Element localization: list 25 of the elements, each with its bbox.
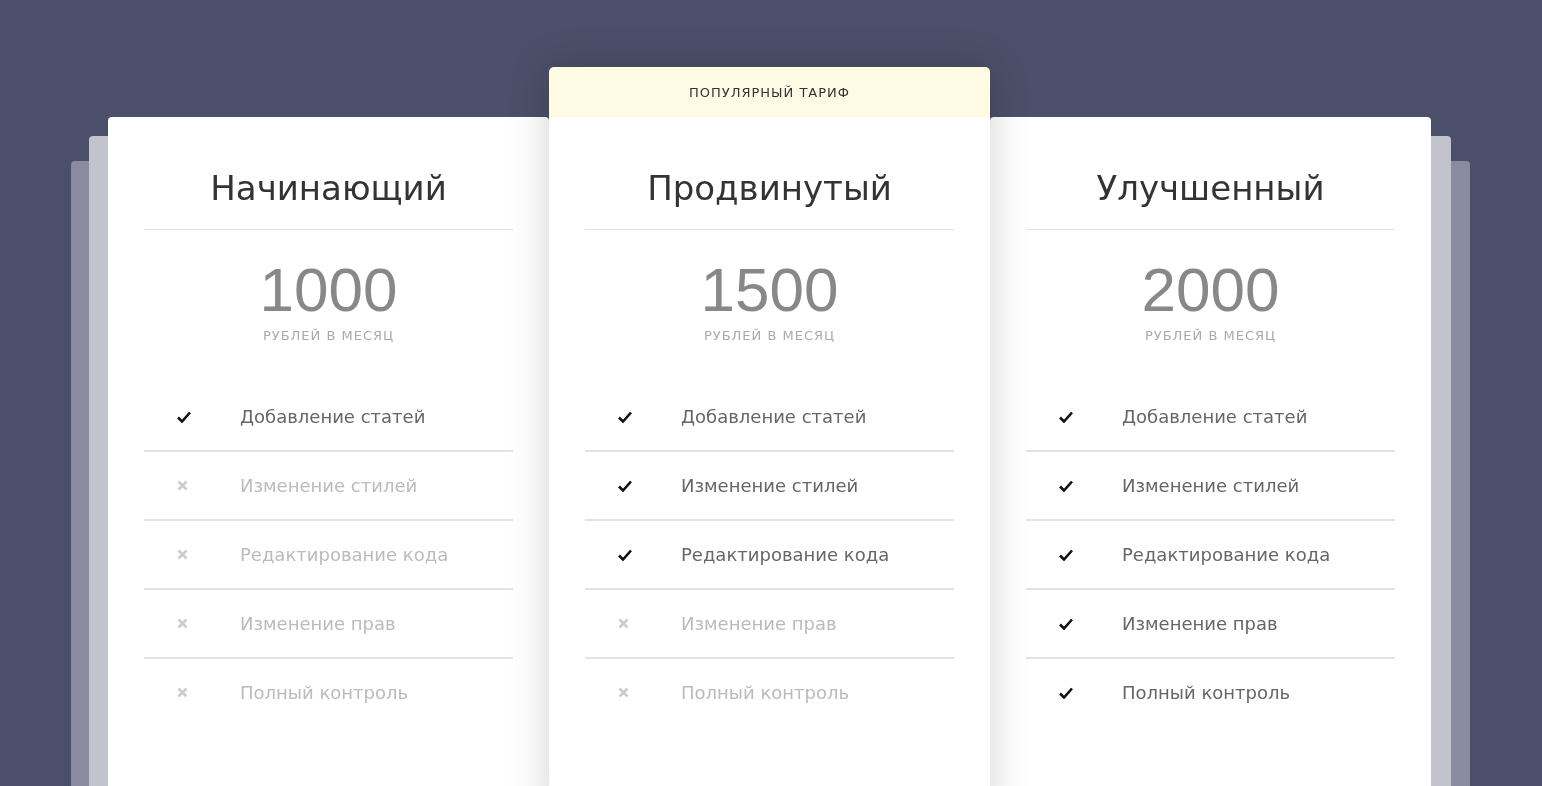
plan-price: 1000 <box>258 254 399 326</box>
feature-label: Полный контроль <box>681 682 850 703</box>
feature-label: Изменение прав <box>681 613 837 634</box>
feature-label: Редактирование кода <box>681 544 890 565</box>
plan-title: Продвинутый <box>585 117 954 230</box>
plan-price: 2000 <box>1140 254 1281 326</box>
plan-title: Улучшенный <box>1026 117 1395 230</box>
popular-banner: ПОПУЛЯРНЫЙ ТАРИФ <box>549 67 990 117</box>
plan-price: 1500 <box>699 254 840 326</box>
feature-label: Редактирование кода <box>240 544 449 565</box>
price-period: РУБЛЕЙ В МЕСЯЦ <box>261 328 396 343</box>
feature-label: Изменение прав <box>240 613 396 634</box>
feature-label: Изменение стилей <box>240 475 418 496</box>
feature-label: Изменение стилей <box>1122 475 1300 496</box>
feature-label: Изменение стилей <box>681 475 859 496</box>
price-period: РУБЛЕЙ В МЕСЯЦ <box>1143 328 1278 343</box>
feature-label: Добавление статей <box>681 406 867 427</box>
feature-label: Добавление статей <box>240 406 426 427</box>
feature-label: Добавление статей <box>1122 406 1308 427</box>
feature-label: Редактирование кода <box>1122 544 1331 565</box>
feature-label: Полный контроль <box>240 682 409 703</box>
plan-title: Начинающий <box>144 117 513 230</box>
feature-label: Полный контроль <box>1122 682 1291 703</box>
feature-label: Изменение прав <box>1122 613 1278 634</box>
price-period: РУБЛЕЙ В МЕСЯЦ <box>702 328 837 343</box>
